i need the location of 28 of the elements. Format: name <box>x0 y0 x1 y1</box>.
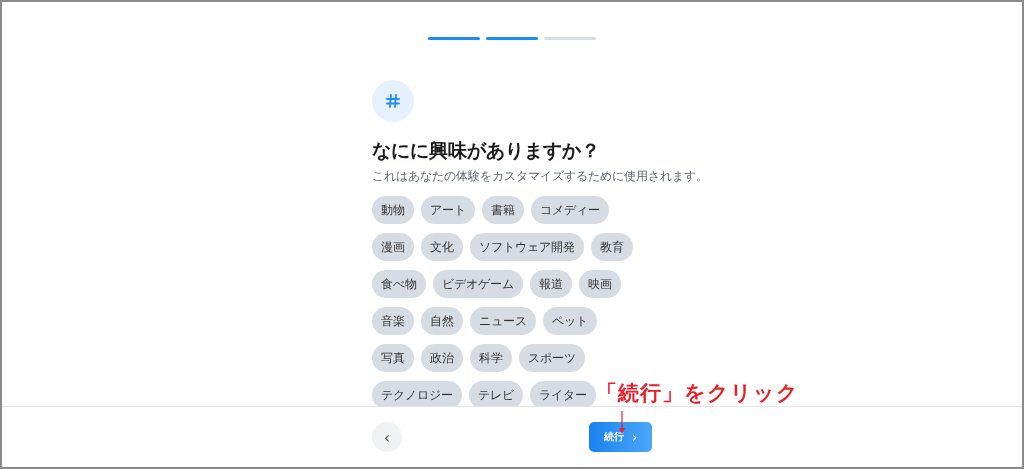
page-title: なにに興味がありますか？ <box>372 138 601 163</box>
topic-chip[interactable]: 自然 <box>421 307 463 335</box>
topic-chip[interactable]: 書籍 <box>482 196 524 224</box>
topic-chip[interactable]: 文化 <box>421 233 463 261</box>
back-button[interactable]: ‹ <box>372 422 402 452</box>
topic-chip[interactable]: コメディー <box>531 196 609 224</box>
topic-chip[interactable]: ソフトウェア開発 <box>470 233 584 261</box>
topic-chip[interactable]: 漫画 <box>372 233 414 261</box>
topic-chip[interactable]: 写真 <box>372 344 414 372</box>
topic-chip[interactable]: テレビ <box>469 381 523 406</box>
topic-chip[interactable]: ビデオゲーム <box>433 270 523 298</box>
topic-chip[interactable]: 音楽 <box>372 307 414 335</box>
annotation-text: 「続行」をクリック <box>596 380 799 407</box>
topic-chip[interactable]: ライター <box>530 381 596 406</box>
topic-chip[interactable]: 動物 <box>372 196 414 224</box>
topic-chip[interactable]: スポーツ <box>519 344 585 372</box>
topic-chip[interactable]: テクノロジー <box>372 381 462 406</box>
topic-chip[interactable]: 食べ物 <box>372 270 426 298</box>
topic-chip[interactable]: アート <box>421 196 475 224</box>
topic-chip[interactable]: 教育 <box>591 233 633 261</box>
subtitle: これはあなたの体験をカスタマイズするために使用されます。 <box>372 168 708 184</box>
topic-chip[interactable]: 報道 <box>530 270 572 298</box>
hashtag-icon <box>372 80 414 122</box>
topic-chip[interactable]: 政治 <box>421 344 463 372</box>
topic-chip[interactable]: 科学 <box>470 344 512 372</box>
topic-chip[interactable]: 映画 <box>579 270 621 298</box>
topic-chip[interactable]: ペット <box>543 307 597 335</box>
topic-chip[interactable]: ニュース <box>470 307 536 335</box>
